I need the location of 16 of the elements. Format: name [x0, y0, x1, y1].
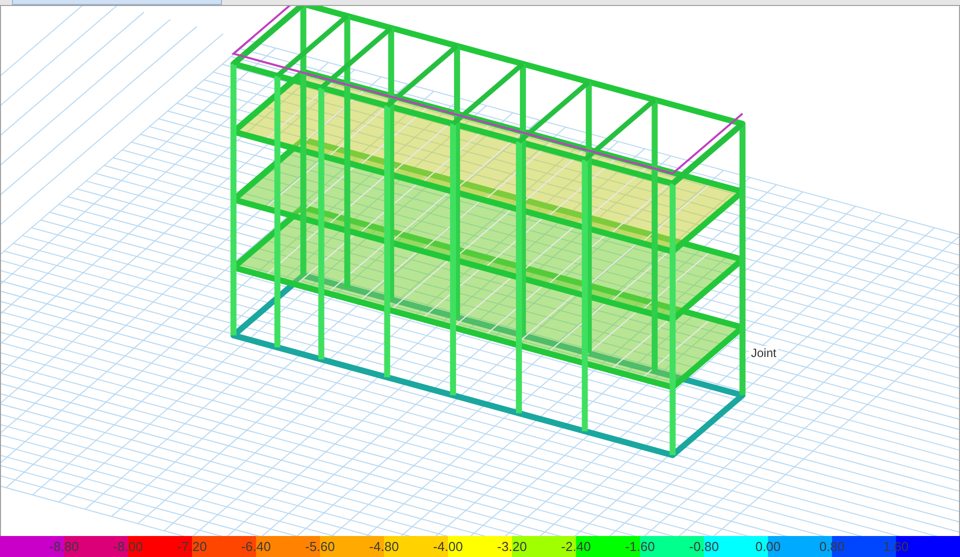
legend-value: -0.80 — [689, 539, 719, 554]
legend-value: 0.00 — [755, 539, 781, 554]
point-label: Joint — [749, 346, 778, 360]
legend-value: 0.80 — [819, 539, 845, 554]
legend-value: -4.80 — [369, 539, 399, 554]
legend-value: -4.00 — [433, 539, 463, 554]
legend-value: -8.00 — [113, 539, 143, 554]
legend-value: -7.20 — [177, 539, 207, 554]
view-tab[interactable] — [12, 0, 222, 5]
legend-value: -5.60 — [305, 539, 335, 554]
legend-value: -3.20 — [497, 539, 527, 554]
legend-value: -8.80 — [49, 539, 79, 554]
legend-value: -2.40 — [561, 539, 591, 554]
legend-value: -1.60 — [625, 539, 655, 554]
legend-value: 1.60 — [883, 539, 909, 554]
legend-value: -6.40 — [241, 539, 271, 554]
